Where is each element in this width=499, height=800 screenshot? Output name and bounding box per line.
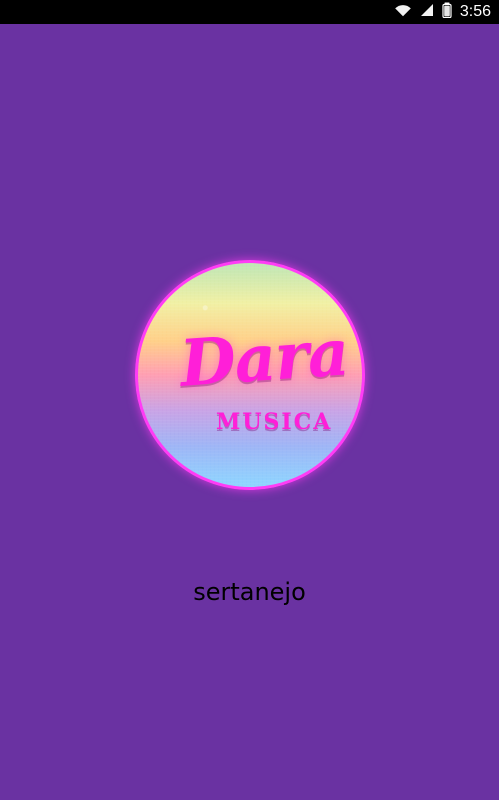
status-time: 3:56 (459, 3, 491, 20)
status-icons: 3:56 (394, 0, 491, 24)
logo-title: Dara (177, 315, 351, 402)
wifi-icon (394, 3, 412, 22)
splash-screen: Dara MUSICA sertanejo (0, 24, 499, 800)
logo-subtitle: MUSICA (216, 409, 333, 435)
app-logo: Dara MUSICA (135, 260, 365, 490)
status-bar: 3:56 (0, 0, 499, 24)
genre-label: sertanejo (193, 578, 306, 606)
battery-icon (442, 2, 452, 23)
signal-icon (420, 3, 434, 22)
